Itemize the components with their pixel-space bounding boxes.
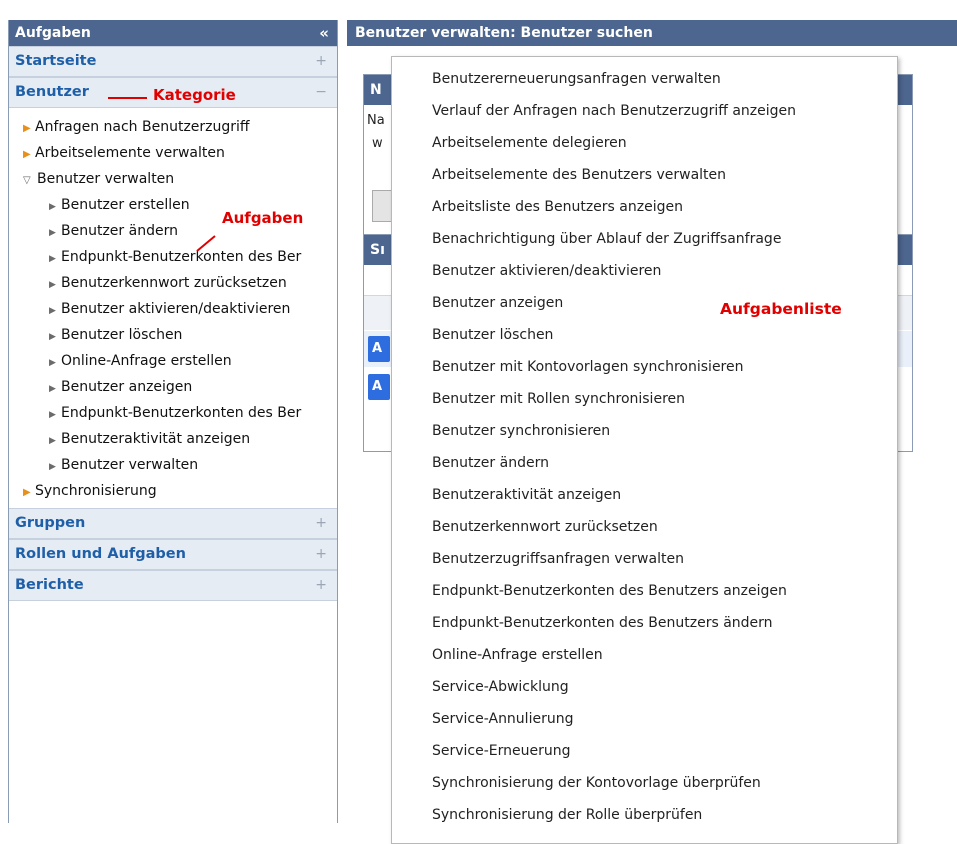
task-arrow-icon: ▶ (49, 384, 56, 394)
menu-item[interactable]: Benutzeraktivität anzeigen (392, 479, 897, 511)
tasks-sidebar: Aufgaben « Startseite + Benutzer − ▶ Anfr… (8, 20, 338, 823)
task-arrow-icon: ▶ (49, 462, 56, 472)
category-rollen[interactable]: Rollen und Aufgaben + (9, 539, 337, 570)
expand-icon[interactable]: + (315, 540, 327, 569)
category-startseite[interactable]: Startseite + (9, 46, 337, 77)
task-item[interactable]: ▶ Benutzer aktivieren/deaktivieren (9, 296, 337, 322)
menu-item[interactable]: Synchronisierung der Rolle überprüfen (392, 799, 897, 831)
menu-item[interactable]: Benutzer löschen (392, 319, 897, 351)
menu-item[interactable]: Arbeitsliste des Benutzers anzeigen (392, 191, 897, 223)
sidebar-header: Aufgaben « (9, 20, 337, 46)
task-arrow-icon: ▶ (49, 202, 56, 212)
menu-item[interactable]: Verlauf der Anfragen nach Benutzerzugrif… (392, 95, 897, 127)
annotation-category: Kategorie (153, 86, 236, 104)
task-item[interactable]: ▶ Endpunkt-Benutzerkonten des Ber (9, 400, 337, 426)
expand-icon[interactable]: + (315, 47, 327, 76)
menu-item[interactable]: Benutzer mit Kontovorlagen synchronisier… (392, 351, 897, 383)
menu-item[interactable]: Service-Annulierung (392, 703, 897, 735)
menu-item[interactable]: Benutzerzugriffsanfragen verwalten (392, 543, 897, 575)
category-berichte[interactable]: Berichte + (9, 570, 337, 601)
collapse-arrow-icon[interactable]: ▽ (23, 168, 37, 192)
annotation-task-list: Aufgabenliste (720, 300, 842, 318)
task-arrow-icon: ▶ (49, 228, 56, 238)
menu-item[interactable]: Benutzer aktivieren/deaktivieren (392, 255, 897, 287)
task-item[interactable]: ▶ Benutzerkennwort zurücksetzen (9, 270, 337, 296)
category-label: Gruppen (15, 515, 86, 531)
menu-item[interactable]: Benutzer ändern (392, 447, 897, 479)
sidebar-title: Aufgaben (15, 25, 91, 41)
menu-item[interactable]: Benutzer mit Rollen synchronisieren (392, 383, 897, 415)
task-item[interactable]: ▶ Benutzeraktivität anzeigen (9, 426, 337, 452)
menu-item[interactable]: Endpunkt-Benutzerkonten des Benutzers an… (392, 575, 897, 607)
expand-arrow-icon[interactable]: ▶ (23, 116, 35, 140)
tree-item-sync[interactable]: ▶ Synchronisierung (9, 478, 337, 504)
task-item[interactable]: ▶ Benutzer verwalten (9, 452, 337, 478)
collapse-sidebar-icon[interactable]: « (319, 20, 329, 46)
task-list-menu: Benutzererneuerungsanfragen verwalten Ve… (391, 56, 898, 844)
action-button[interactable]: A (368, 374, 390, 400)
menu-item[interactable]: Benutzer synchronisieren (392, 415, 897, 447)
menu-item[interactable]: Endpunkt-Benutzerkonten des Benutzers än… (392, 607, 897, 639)
task-arrow-icon: ▶ (49, 410, 56, 420)
category-label: Rollen und Aufgaben (15, 546, 186, 562)
expand-icon[interactable]: + (315, 571, 327, 600)
menu-item[interactable]: Benachrichtigung über Ablauf der Zugriff… (392, 223, 897, 255)
menu-item[interactable]: Synchronisierung der Kontovorlage überpr… (392, 767, 897, 799)
task-arrow-icon: ▶ (49, 436, 56, 446)
page-title: Benutzer verwalten: Benutzer suchen (347, 20, 957, 46)
menu-item[interactable]: Arbeitselemente des Benutzers verwalten (392, 159, 897, 191)
collapse-icon[interactable]: − (315, 78, 327, 107)
category-label: Startseite (15, 53, 97, 69)
user-task-tree: ▶ Anfragen nach Benutzerzugriff ▶ Arbeitse… (9, 108, 337, 508)
menu-item[interactable]: Online-Anfrage erstellen (392, 639, 897, 671)
task-item[interactable]: ▶ Endpunkt-Benutzerkonten des Ber (9, 244, 337, 270)
task-item[interactable]: ▶ Online-Anfrage erstellen (9, 348, 337, 374)
task-arrow-icon: ▶ (49, 280, 56, 290)
expand-icon[interactable]: + (315, 509, 327, 538)
expand-arrow-icon[interactable]: ▶ (23, 142, 35, 166)
tree-item-access-requests[interactable]: ▶ Anfragen nach Benutzerzugriff (9, 114, 337, 140)
task-item[interactable]: ▶ Benutzer anzeigen (9, 374, 337, 400)
annotation-tasks: Aufgaben (222, 209, 304, 227)
task-arrow-icon: ▶ (49, 254, 56, 264)
menu-item[interactable]: Arbeitselemente delegieren (392, 127, 897, 159)
action-button[interactable]: A (368, 336, 390, 362)
task-arrow-icon: ▶ (49, 332, 56, 342)
menu-item[interactable]: Benutzerkennwort zurücksetzen (392, 511, 897, 543)
tree-item-manage-users[interactable]: ▽ Benutzer verwalten (9, 166, 337, 192)
category-label: Berichte (15, 577, 84, 593)
category-gruppen[interactable]: Gruppen + (9, 508, 337, 539)
expand-arrow-icon[interactable]: ▶ (23, 480, 35, 504)
menu-item[interactable]: Service-Erneuerung (392, 735, 897, 767)
menu-item[interactable]: Service-Abwicklung (392, 671, 897, 703)
task-item[interactable]: ▶ Benutzer löschen (9, 322, 337, 348)
tree-item-work-items[interactable]: ▶ Arbeitselemente verwalten (9, 140, 337, 166)
menu-item[interactable]: Benutzererneuerungsanfragen verwalten (392, 63, 897, 95)
task-arrow-icon: ▶ (49, 306, 56, 316)
task-arrow-icon: ▶ (49, 358, 56, 368)
category-label: Benutzer (15, 84, 89, 100)
